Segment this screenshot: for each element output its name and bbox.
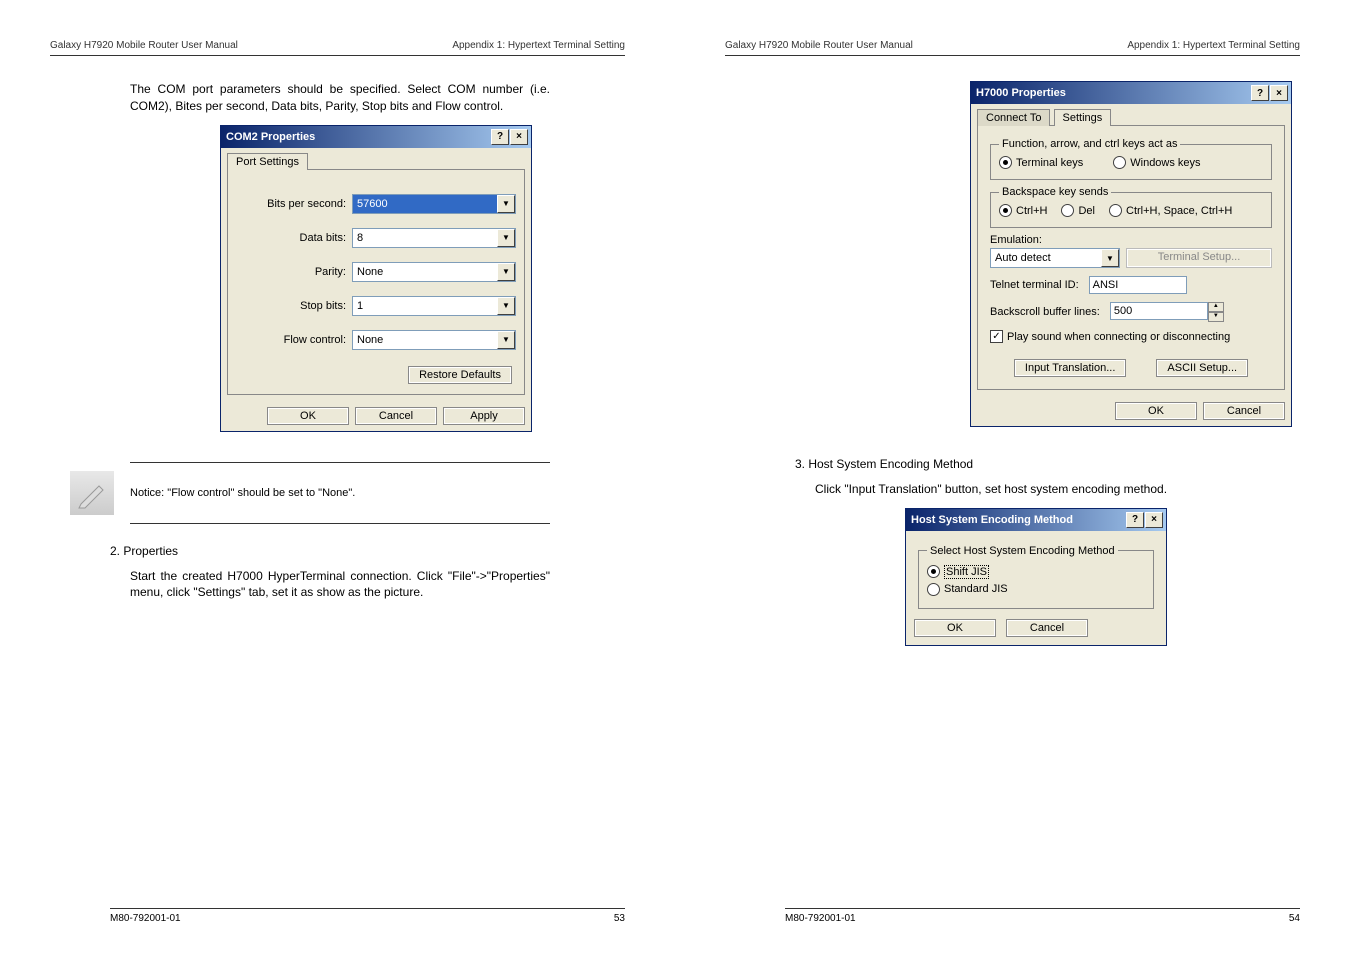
dlg3-title: Host System Encoding Method (911, 514, 1073, 526)
backscroll-spinner[interactable]: 500 ▲▼ (1110, 302, 1224, 322)
ascii-setup-button[interactable]: ASCII Setup... (1156, 359, 1248, 377)
emulation-combo[interactable]: Auto detect ▼ (990, 248, 1120, 268)
apply-button[interactable]: Apply (443, 407, 525, 425)
page-footer: M80-792001-01 54 (785, 908, 1300, 924)
chevron-down-icon[interactable]: ▼ (497, 229, 515, 247)
flow-control-label: Flow control: (236, 334, 352, 346)
dlg1-title: COM2 Properties (226, 131, 315, 143)
bits-per-second-combo[interactable]: 57600 ▼ (352, 194, 516, 214)
ok-button[interactable]: OK (914, 619, 996, 637)
chevron-down-icon[interactable]: ▼ (497, 331, 515, 349)
telnet-id-input[interactable]: ANSI (1089, 276, 1187, 294)
parity-label: Parity: (236, 266, 352, 278)
section-3-title: 3. Host System Encoding Method (795, 457, 1300, 471)
cancel-button[interactable]: Cancel (1203, 402, 1285, 420)
chevron-down-icon[interactable]: ▼ (497, 195, 515, 213)
ctrlh-radio[interactable]: Ctrl+H (999, 204, 1047, 217)
telnet-id-label: Telnet terminal ID: (990, 279, 1079, 291)
chevron-down-icon[interactable]: ▼ (497, 263, 515, 281)
chevron-down-icon[interactable]: ▼ (1101, 249, 1119, 267)
section-3-text: Click "Input Translation" button, set ho… (815, 481, 1235, 498)
cancel-button[interactable]: Cancel (355, 407, 437, 425)
hdr-right: Appendix 1: Hypertext Terminal Setting (1127, 40, 1300, 51)
help-icon[interactable]: ? (1251, 85, 1269, 101)
page-number: 54 (1289, 913, 1300, 924)
chevron-down-icon[interactable]: ▼ (497, 297, 515, 315)
h7000-properties-dialog: H7000 Properties ? × Connect To Settings… (970, 81, 1292, 427)
section-2-title: 2. Properties (110, 544, 625, 558)
play-sound-checkbox[interactable]: Play sound when connecting or disconnect… (990, 330, 1272, 343)
function-keys-group: Function, arrow, and ctrl keys act as Te… (990, 138, 1272, 180)
cancel-button[interactable]: Cancel (1006, 619, 1088, 637)
dlg2-titlebar: H7000 Properties ? × (971, 82, 1291, 104)
com2-properties-dialog: COM2 Properties ? × Port Settings Bits p… (220, 125, 532, 432)
spin-down-icon[interactable]: ▼ (1208, 312, 1224, 322)
terminal-keys-radio[interactable]: Terminal keys (999, 156, 1083, 169)
page-number: 53 (614, 913, 625, 924)
stop-bits-combo[interactable]: 1 ▼ (352, 296, 516, 316)
page-header: Galaxy H7920 Mobile Router User Manual A… (725, 40, 1300, 56)
dlg3-titlebar: Host System Encoding Method ? × (906, 509, 1166, 531)
hdr-left: Galaxy H7920 Mobile Router User Manual (50, 40, 238, 51)
ok-button[interactable]: OK (1115, 402, 1197, 420)
ctrlh-space-radio[interactable]: Ctrl+H, Space, Ctrl+H (1109, 204, 1232, 217)
pencil-icon (70, 471, 114, 515)
shiftjis-radio[interactable]: Shift JIS (927, 565, 1145, 579)
restore-defaults-button[interactable]: Restore Defaults (408, 366, 512, 384)
bits-per-second-label: Bits per second: (236, 198, 352, 210)
encoding-method-dialog: Host System Encoding Method ? × Select H… (905, 508, 1167, 646)
tab-port-settings[interactable]: Port Settings (227, 153, 308, 170)
hdr-left: Galaxy H7920 Mobile Router User Manual (725, 40, 913, 51)
data-bits-label: Data bits: (236, 232, 352, 244)
divider (130, 462, 550, 463)
tab-connect-to[interactable]: Connect To (977, 109, 1050, 126)
page-footer: M80-792001-01 53 (110, 908, 625, 924)
backspace-group: Backspace key sends Ctrl+H Del Ctrl+H, S… (990, 186, 1272, 228)
standardjis-radio[interactable]: Standard JIS (927, 583, 1145, 596)
section-2-text: Start the created H7000 HyperTerminal co… (130, 568, 550, 602)
ok-button[interactable]: OK (267, 407, 349, 425)
hdr-right: Appendix 1: Hypertext Terminal Setting (452, 40, 625, 51)
doc-number: M80-792001-01 (785, 913, 856, 924)
doc-number: M80-792001-01 (110, 913, 181, 924)
data-bits-combo[interactable]: 8 ▼ (352, 228, 516, 248)
terminal-setup-button: Terminal Setup... (1126, 248, 1272, 268)
backscroll-label: Backscroll buffer lines: (990, 306, 1100, 318)
dlg2-title: H7000 Properties (976, 87, 1066, 99)
close-icon[interactable]: × (1145, 512, 1163, 528)
intro-text: The COM port parameters should be specif… (130, 81, 550, 115)
flow-control-combo[interactable]: None ▼ (352, 330, 516, 350)
encoding-group: Select Host System Encoding Method Shift… (918, 545, 1154, 609)
windows-keys-radio[interactable]: Windows keys (1113, 156, 1200, 169)
stop-bits-label: Stop bits: (236, 300, 352, 312)
close-icon[interactable]: × (510, 129, 528, 145)
input-translation-button[interactable]: Input Translation... (1014, 359, 1127, 377)
emulation-label: Emulation: (990, 234, 1272, 246)
notice-text: Notice: "Flow control" should be set to … (130, 487, 355, 499)
close-icon[interactable]: × (1270, 85, 1288, 101)
dlg1-titlebar: COM2 Properties ? × (221, 126, 531, 148)
spin-up-icon[interactable]: ▲ (1208, 302, 1224, 312)
help-icon[interactable]: ? (1126, 512, 1144, 528)
help-icon[interactable]: ? (491, 129, 509, 145)
divider (130, 523, 550, 524)
parity-combo[interactable]: None ▼ (352, 262, 516, 282)
del-radio[interactable]: Del (1061, 204, 1095, 217)
notice-block: Notice: "Flow control" should be set to … (130, 462, 550, 524)
page-header: Galaxy H7920 Mobile Router User Manual A… (50, 40, 625, 56)
tab-settings[interactable]: Settings (1054, 109, 1112, 126)
